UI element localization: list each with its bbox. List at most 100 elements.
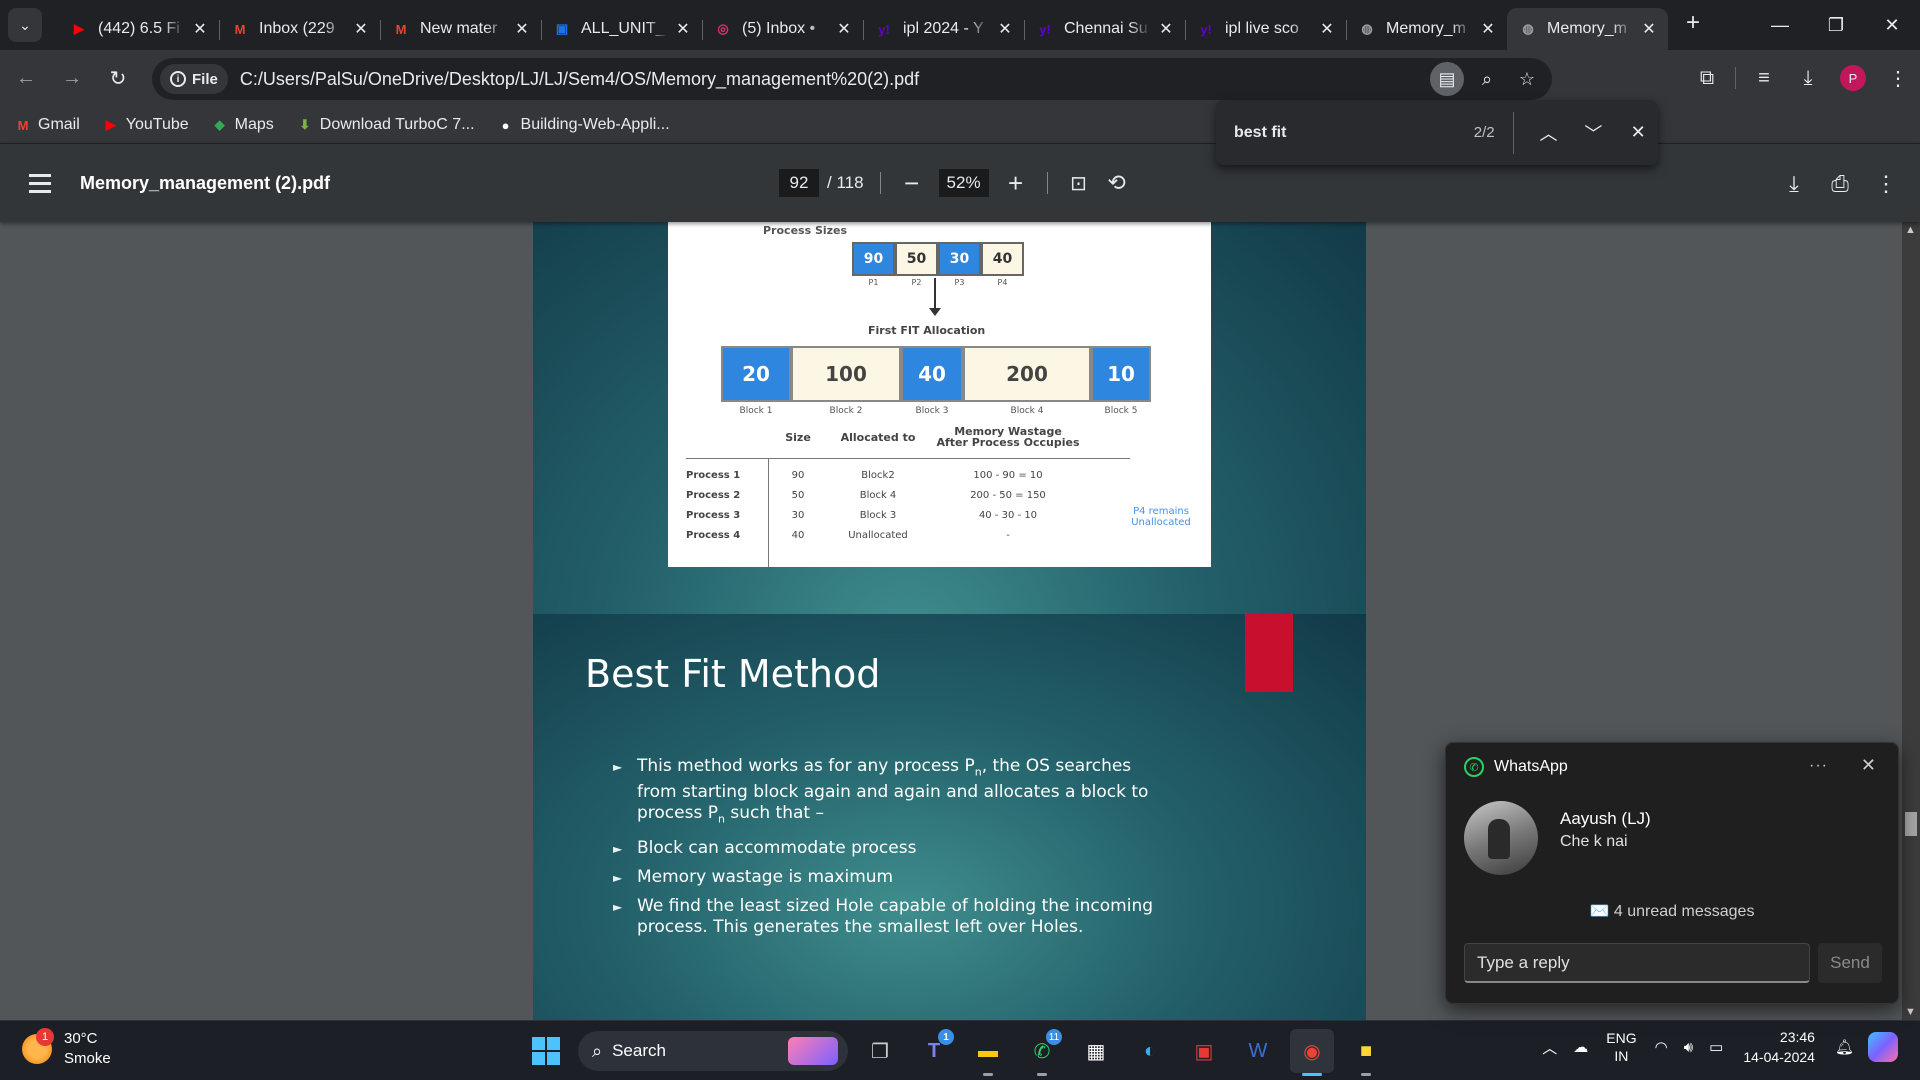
bookmark-item[interactable]: ● Building-Web-Appli... bbox=[497, 116, 670, 134]
onedrive-icon[interactable]: ☁ bbox=[1573, 1038, 1588, 1056]
bookmark-item[interactable]: M Gmail bbox=[14, 116, 80, 134]
webex-icon[interactable]: W bbox=[1236, 1029, 1280, 1073]
new-tab-button[interactable]: + bbox=[1676, 6, 1710, 40]
teams-icon[interactable]: T1 bbox=[912, 1029, 956, 1073]
browser-tab[interactable]: M New mater ✕ bbox=[380, 8, 541, 50]
zoom-out-button[interactable]: − bbox=[897, 168, 927, 198]
close-tab-icon[interactable]: ✕ bbox=[1318, 19, 1336, 39]
find-next-button[interactable]: ﹀ bbox=[1573, 113, 1613, 153]
language-indicator[interactable]: ENG IN bbox=[1606, 1029, 1636, 1065]
minimize-button[interactable]: — bbox=[1752, 0, 1808, 50]
tab-search-button[interactable]: ⌄ bbox=[8, 8, 42, 42]
clock[interactable]: 23:46 14-04-2024 bbox=[1743, 1027, 1815, 1067]
vertical-scrollbar[interactable]: ▲ ▼ bbox=[1902, 222, 1920, 1020]
close-window-button[interactable]: ✕ bbox=[1864, 0, 1920, 50]
edge-icon[interactable]: ◐ bbox=[1128, 1029, 1172, 1073]
close-tab-icon[interactable]: ✕ bbox=[835, 19, 853, 39]
volume-icon[interactable]: 🔊︎ bbox=[1684, 1039, 1693, 1056]
browser-tab[interactable]: ◍ Memory_m ✕ bbox=[1346, 8, 1507, 50]
find-input[interactable]: best fit bbox=[1234, 124, 1433, 142]
process-sizes-title: Process Sizes bbox=[763, 224, 848, 237]
menu-hamburger-icon[interactable] bbox=[20, 163, 60, 203]
browser-tab[interactable]: ▶ (442) 6.5 Fi ✕ bbox=[58, 8, 219, 50]
profile-avatar[interactable]: P bbox=[1840, 65, 1866, 91]
downloads-icon[interactable]: ⤓ bbox=[1786, 58, 1830, 98]
whatsapp-icon[interactable]: ✆ 11 bbox=[1020, 1029, 1064, 1076]
browser-tab[interactable]: y! Chennai Su ✕ bbox=[1024, 8, 1185, 50]
tab-list: ▶ (442) 6.5 Fi ✕ M Inbox (229 ✕ M New mater ✕ ▣ AL… bbox=[58, 0, 1668, 50]
back-button[interactable]: ← bbox=[6, 59, 46, 99]
wifi-icon[interactable]: ◠ bbox=[1655, 1038, 1668, 1056]
store-icon[interactable]: ▦ bbox=[1074, 1029, 1118, 1073]
bookmark-item[interactable]: ▶ YouTube bbox=[102, 116, 189, 134]
scroll-down-icon[interactable]: ▼ bbox=[1905, 1006, 1916, 1018]
reload-button[interactable]: ↻ bbox=[98, 59, 138, 99]
media-control-icon[interactable]: ≡ bbox=[1742, 58, 1786, 98]
scroll-thumb[interactable] bbox=[1905, 812, 1917, 836]
bookmark-item[interactable]: ⬇ Download TurboC 7... bbox=[296, 116, 475, 134]
task-view-icon[interactable]: ❐ bbox=[858, 1029, 902, 1073]
download-icon[interactable]: ⤓ bbox=[1776, 166, 1812, 202]
taskbar-search[interactable]: ⌕ Search bbox=[578, 1031, 848, 1071]
bookmark-label: Download TurboC 7... bbox=[319, 116, 475, 133]
more-options-icon[interactable]: ··· bbox=[1809, 757, 1828, 775]
url-text[interactable]: C:/Users/PalSu/OneDrive/Desktop/LJ/LJ/Se… bbox=[240, 69, 919, 90]
site-info-chip[interactable]: i File bbox=[160, 64, 228, 94]
start-button[interactable] bbox=[524, 1029, 568, 1073]
close-tab-icon[interactable]: ✕ bbox=[191, 19, 209, 39]
restore-button[interactable]: ❐ bbox=[1808, 0, 1864, 50]
notification-bell-icon[interactable]: 🔔︎ bbox=[1835, 1038, 1854, 1056]
find-previous-button[interactable]: ︿ bbox=[1529, 113, 1569, 153]
address-bar[interactable]: i File C:/Users/PalSu/OneDrive/Desktop/LJ… bbox=[152, 58, 1552, 100]
bookmark-item[interactable]: ◆ Maps bbox=[211, 116, 274, 134]
close-tab-icon[interactable]: ✕ bbox=[1640, 19, 1658, 39]
tab-title: (5) Inbox • bbox=[742, 20, 816, 37]
rotate-icon[interactable]: ⟲ bbox=[1102, 168, 1132, 198]
scroll-up-icon[interactable]: ▲ bbox=[1905, 224, 1916, 236]
bookmark-star-icon[interactable]: ☆ bbox=[1510, 62, 1544, 96]
zoom-icon[interactable]: ⌕ bbox=[1470, 62, 1504, 96]
browser-tab[interactable]: ◎ (5) Inbox • ✕ bbox=[702, 8, 863, 50]
table-divider bbox=[686, 458, 1130, 459]
close-tab-icon[interactable]: ✕ bbox=[1157, 19, 1175, 39]
whatsapp-notification[interactable]: ✆ WhatsApp ··· ✕ Aayush (LJ) Che k nai ✉️… bbox=[1445, 742, 1899, 1004]
unread-count: ✉️ 4 unread messages bbox=[1589, 903, 1755, 920]
file-explorer-icon[interactable]: ▬ bbox=[966, 1029, 1010, 1076]
close-icon[interactable]: ✕ bbox=[1861, 755, 1876, 776]
arrow-left-icon: ← bbox=[16, 67, 36, 89]
more-options-icon[interactable]: ⋮ bbox=[1868, 166, 1904, 202]
fit-page-icon[interactable]: ⊡ bbox=[1064, 168, 1094, 198]
close-tab-icon[interactable]: ✕ bbox=[996, 19, 1014, 39]
close-tab-icon[interactable]: ✕ bbox=[513, 19, 531, 39]
print-icon[interactable]: ⎙ bbox=[1822, 166, 1858, 202]
menu-kebab-icon[interactable]: ⋮ bbox=[1876, 58, 1920, 98]
browser-tab[interactable]: ◍ Memory_m ✕ bbox=[1507, 8, 1668, 50]
turboc-icon[interactable]: ▣ bbox=[1182, 1029, 1226, 1073]
app-name: WhatsApp bbox=[1494, 758, 1568, 775]
teams-badge: 1 bbox=[938, 1029, 954, 1045]
page-number-input[interactable]: 92 bbox=[779, 169, 819, 197]
browser-tab[interactable]: y! ipl 2024 - Y ✕ bbox=[863, 8, 1024, 50]
copilot-icon[interactable] bbox=[1868, 1032, 1898, 1062]
zoom-input[interactable]: 52% bbox=[938, 169, 989, 197]
browser-tab[interactable]: y! ipl live sco ✕ bbox=[1185, 8, 1346, 50]
send-button[interactable]: Send bbox=[1818, 943, 1882, 983]
close-tab-icon[interactable]: ✕ bbox=[352, 19, 370, 39]
show-hidden-icons[interactable]: ︿ bbox=[1542, 1037, 1557, 1058]
pdf-reader-icon[interactable]: ▤ bbox=[1430, 62, 1464, 96]
reply-input[interactable] bbox=[1464, 943, 1810, 983]
chrome-icon[interactable]: ◉ bbox=[1290, 1029, 1334, 1076]
weather-widget[interactable]: 1 30°C Smoke bbox=[22, 1028, 111, 1069]
zoom-in-button[interactable]: + bbox=[1001, 168, 1031, 198]
close-tab-icon[interactable]: ✕ bbox=[674, 19, 692, 39]
forward-button[interactable]: → bbox=[52, 59, 92, 99]
process-size-cell: 30 bbox=[938, 242, 981, 276]
sticky-notes-icon[interactable]: ■ bbox=[1344, 1029, 1388, 1076]
battery-icon[interactable]: ▭ bbox=[1709, 1038, 1723, 1056]
close-tab-icon[interactable]: ✕ bbox=[1479, 19, 1497, 39]
memory-block: 10 bbox=[1091, 346, 1151, 402]
browser-tab[interactable]: ▣ ALL_UNIT_ ✕ bbox=[541, 8, 702, 50]
find-close-button[interactable]: ✕ bbox=[1618, 113, 1658, 153]
extensions-icon[interactable]: ⧉ bbox=[1685, 58, 1729, 98]
browser-tab[interactable]: M Inbox (229 ✕ bbox=[219, 8, 380, 50]
